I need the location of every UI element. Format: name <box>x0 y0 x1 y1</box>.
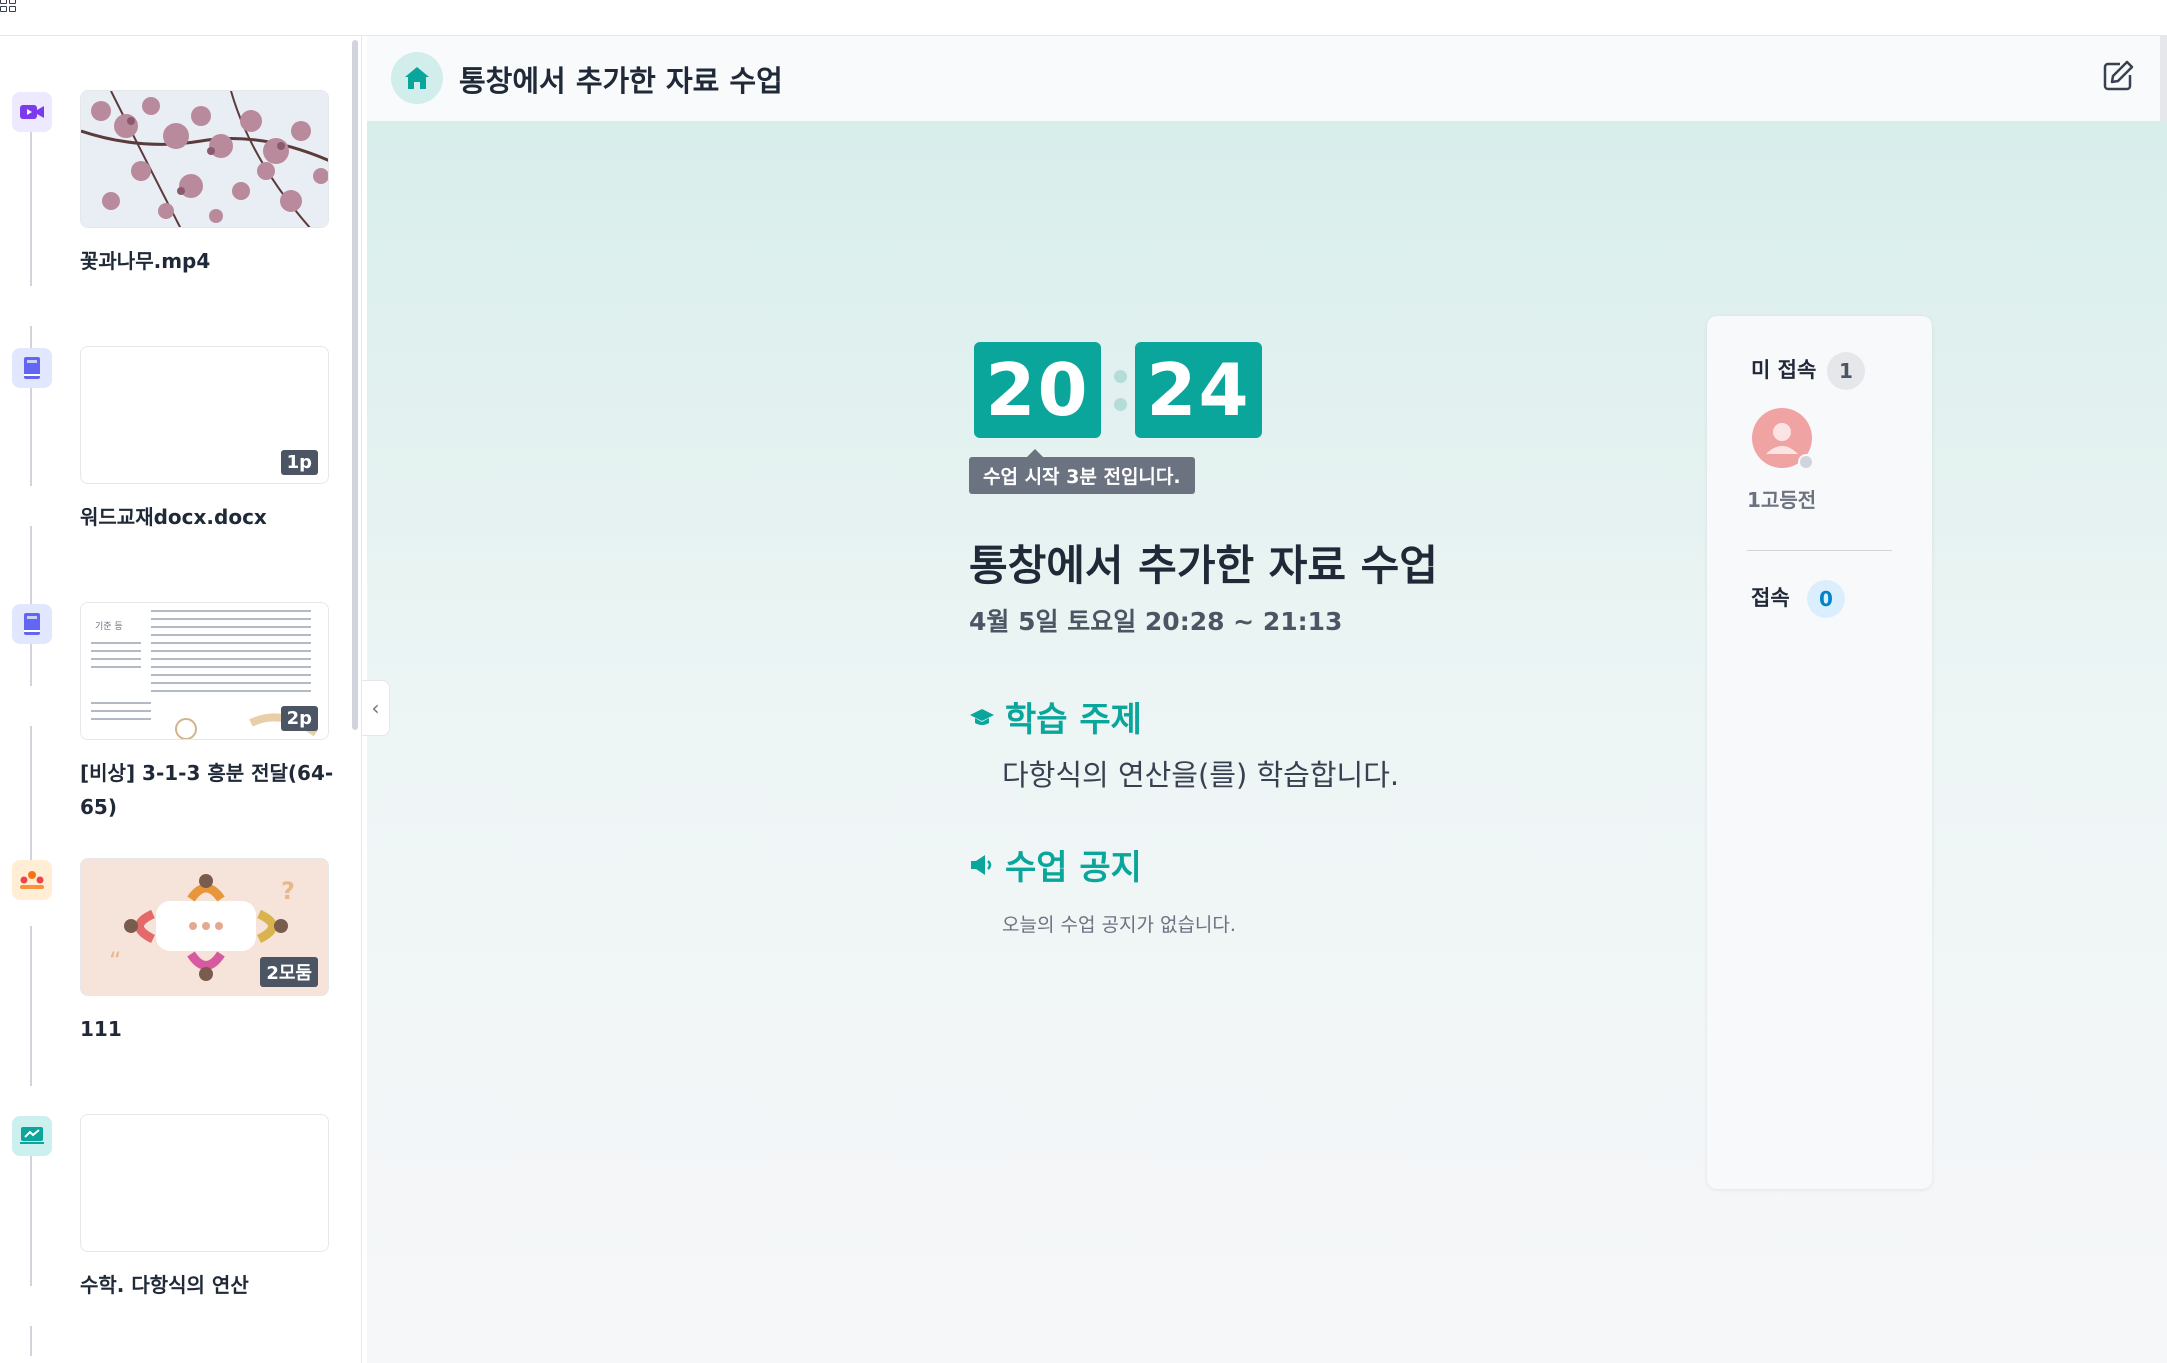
group-activity-thumbnail[interactable]: ? “ 2모둠 <box>80 858 329 996</box>
page-count-badge: 2p <box>280 706 318 731</box>
material-item[interactable]: ? “ 2모둠 111 <box>0 858 350 1100</box>
lesson-header: 통창에서 추가한 자료 수업 <box>367 36 2167 122</box>
absent-label: 미 접속 <box>1751 358 1817 382</box>
top-bar <box>0 0 2167 36</box>
svg-text:기준 등: 기준 등 <box>95 621 123 632</box>
material-sidebar: 꽃과나무.mp4 1p 워드교재docx.docx 기준 등 2p [비상] 3… <box>0 36 362 1363</box>
material-item[interactable]: 꽃과나무.mp4 <box>0 90 350 332</box>
material-item[interactable]: 수학. 다항식의 연산 <box>0 1114 350 1356</box>
start-notice-tag: 수업 시작 3분 전입니다. <box>969 449 1195 494</box>
lesson-time: 4월 5일 토요일 20:28 ~ 21:13 <box>969 607 1343 636</box>
notice-heading-label: 수업 공지 <box>1005 848 1142 888</box>
clock-hours: 20 <box>974 342 1101 438</box>
topic-heading-label: 학습 주제 <box>1005 700 1142 740</box>
megaphone-icon <box>971 854 992 875</box>
home-icon[interactable] <box>391 52 443 104</box>
present-count-badge: 0 <box>1807 580 1845 618</box>
clock-colon <box>1114 398 1127 411</box>
apps-grid-icon[interactable] <box>0 0 20 16</box>
lesson-main: 20 24 수업 시작 3분 전입니다. 통창에서 추가한 자료 수업 4월 5… <box>367 122 2167 1363</box>
notice-body: 오늘의 수업 공지가 없습니다. <box>1002 914 1236 936</box>
book-icon <box>12 348 52 388</box>
document-thumbnail[interactable]: 기준 등 2p <box>80 602 329 740</box>
svg-text:?: ? <box>281 877 295 905</box>
video-thumbnail[interactable] <box>80 90 329 228</box>
graduation-cap-icon <box>970 708 994 725</box>
edit-icon[interactable] <box>2100 58 2140 98</box>
material-item[interactable]: 기준 등 2p [비상] 3-1-3 흥분 전달(64-65) <box>0 602 350 844</box>
clock-minutes: 24 <box>1135 342 1262 438</box>
board-thumbnail[interactable] <box>80 1114 329 1252</box>
topic-body: 다항식의 연산을(를) 학습합니다. <box>1002 758 1400 792</box>
chevron-left-icon: ‹ <box>371 696 380 720</box>
video-icon <box>12 92 52 132</box>
book-icon <box>12 604 52 644</box>
material-title: 수학. 다항식의 연산 <box>80 1273 249 1297</box>
material-title: [비상] 3-1-3 흥분 전달(64-65) <box>80 761 334 819</box>
page-count-badge: 1p <box>280 450 318 475</box>
material-title: 꽃과나무.mp4 <box>80 249 211 273</box>
collapse-sidebar-button[interactable]: ‹ <box>362 680 390 736</box>
board-icon <box>12 1116 52 1156</box>
notice-heading: 수업 공지 <box>969 840 1142 889</box>
document-thumbnail[interactable]: 1p <box>80 346 329 484</box>
absent-count-badge: 1 <box>1827 352 1865 390</box>
present-label: 접속 <box>1751 586 1790 610</box>
group-icon <box>12 860 52 900</box>
material-title: 워드교재docx.docx <box>80 505 267 529</box>
svg-text:“: “ <box>109 947 121 975</box>
topic-heading: 학습 주제 <box>969 692 1142 741</box>
offline-status-dot <box>1798 454 1814 470</box>
group-count-badge: 2모둠 <box>260 957 318 987</box>
lesson-title: 통창에서 추가한 자료 수업 <box>969 541 1438 590</box>
clock-colon <box>1114 370 1127 383</box>
header-title: 통창에서 추가한 자료 수업 <box>459 64 783 98</box>
sidebar-scrollbar[interactable] <box>352 40 358 730</box>
material-item[interactable]: 1p 워드교재docx.docx <box>0 346 350 588</box>
student-avatar[interactable] <box>1752 408 1814 470</box>
student-name: 1고등전 <box>1747 488 1817 512</box>
material-title: 111 <box>80 1017 122 1041</box>
attendance-panel: 미 접속 1 1고등전 접속 0 <box>1707 316 1932 1189</box>
panel-divider <box>1747 550 1892 551</box>
